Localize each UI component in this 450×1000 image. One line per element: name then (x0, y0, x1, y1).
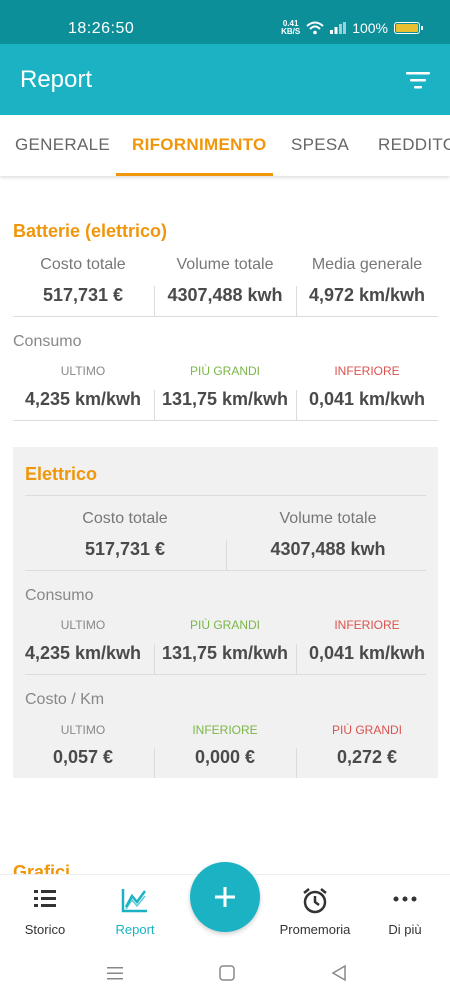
label-ultimo: ULTIMO (60, 723, 106, 737)
value-costo-km-piu-grandi: 0,272 € (336, 747, 398, 767)
divider (296, 644, 297, 674)
label-piu-grandi: PIÙ GRANDI (331, 723, 402, 737)
label-ultimo: ULTIMO (60, 618, 106, 632)
system-navigation-bar (0, 952, 450, 1000)
status-indicators: 0.41 KB/S 100% (281, 19, 423, 36)
value-consumo-piu-grandi: 131,75 km/kwh (161, 643, 289, 663)
label-volume-totale: Volume totale (279, 510, 377, 527)
signal-icon (330, 22, 347, 34)
value-consumo-ultimo: 4,235 km/kwh (24, 643, 142, 663)
divider (25, 674, 426, 675)
label-costo-totale: Costo totale (82, 510, 168, 527)
nav-report-label: Report (115, 922, 155, 937)
value-costo-km-ultimo: 0,057 € (52, 747, 114, 767)
app-bar: Report (0, 44, 450, 115)
back-icon[interactable] (330, 964, 348, 982)
value-consumo-inferiore: 0,041 km/kwh (308, 643, 426, 663)
nav-report[interactable]: Report (90, 875, 180, 953)
divider (154, 390, 155, 420)
divider (154, 644, 155, 674)
list-icon (34, 890, 56, 907)
label-costo-totale: Costo totale (40, 256, 126, 273)
section-title-batterie: Batterie (elettrico) (13, 221, 168, 241)
nav-storico[interactable]: Storico (0, 875, 90, 953)
value-volume-totale: 4307,488 kwh (167, 285, 283, 305)
value-consumo-ultimo: 4,235 km/kwh (24, 389, 142, 409)
value-consumo-piu-grandi: 131,75 km/kwh (161, 389, 289, 409)
costo-km-title: Costo / Km (25, 691, 105, 708)
status-bar: 18:26:50 0.41 KB/S 100% (0, 0, 450, 44)
tab-bar: GENERALE RIFORNIMENTO SPESA REDDITO (0, 115, 450, 176)
label-inferiore: INFERIORE (334, 618, 400, 632)
label-piu-grandi: PIÙ GRANDI (189, 364, 260, 378)
menu-icon[interactable] (106, 964, 124, 982)
alarm-clock-icon (303, 888, 327, 914)
chart-icon (121, 889, 147, 913)
section-title-grafici: Grafici (13, 862, 71, 874)
divider (25, 495, 426, 496)
divider (13, 316, 438, 317)
network-speed: 0.41 KB/S (281, 19, 301, 36)
value-consumo-inferiore: 0,041 km/kwh (308, 389, 426, 409)
consumo-title: Consumo (13, 333, 82, 350)
divider (13, 420, 438, 421)
consumo-title: Consumo (25, 587, 94, 604)
value-media-generale: 4,972 km/kwh (308, 285, 426, 305)
battery-icon (394, 22, 423, 34)
label-ultimo: ULTIMO (60, 364, 106, 378)
label-piu-grandi: PIÙ GRANDI (189, 618, 260, 632)
tab-rifornimento[interactable]: RIFORNIMENTO (132, 135, 267, 155)
nav-promemoria[interactable]: Promemoria (270, 875, 360, 953)
page-title: Report (20, 66, 93, 93)
home-icon[interactable] (218, 964, 236, 982)
label-media-generale: Media generale (311, 256, 423, 273)
wifi-icon (306, 21, 324, 35)
plus-icon (215, 887, 235, 907)
tab-spesa[interactable]: SPESA (291, 135, 349, 155)
battery-percent: 100% (352, 20, 388, 36)
tab-generale[interactable]: GENERALE (15, 135, 110, 155)
divider (296, 748, 297, 778)
label-inferiore: INFERIORE (334, 364, 400, 378)
nav-storico-label: Storico (24, 922, 66, 937)
label-volume-totale: Volume totale (176, 256, 274, 273)
divider (25, 570, 426, 571)
divider (154, 286, 155, 316)
section-title-elettrico: Elettrico (25, 464, 98, 484)
tab-reddito[interactable]: REDDITO (378, 135, 450, 155)
value-costo-totale: 517,731 € (42, 285, 124, 305)
label-inferiore: INFERIORE (192, 723, 258, 737)
value-volume-totale: 4307,488 kwh (270, 539, 386, 559)
status-time: 18:26:50 (68, 20, 135, 37)
nav-di-piu-label: Di più (388, 922, 422, 937)
value-costo-km-inferiore: 0,000 € (194, 747, 256, 767)
divider (154, 748, 155, 778)
divider (226, 540, 227, 570)
filter-icon[interactable] (406, 70, 430, 90)
nav-di-piu[interactable]: Di più (360, 875, 450, 953)
divider (296, 286, 297, 316)
add-button[interactable] (190, 862, 260, 932)
nav-promemoria-label: Promemoria (279, 922, 351, 937)
more-dots-icon (393, 896, 417, 902)
divider (296, 390, 297, 420)
tab-indicator (116, 173, 273, 176)
value-costo-totale: 517,731 € (84, 539, 166, 559)
